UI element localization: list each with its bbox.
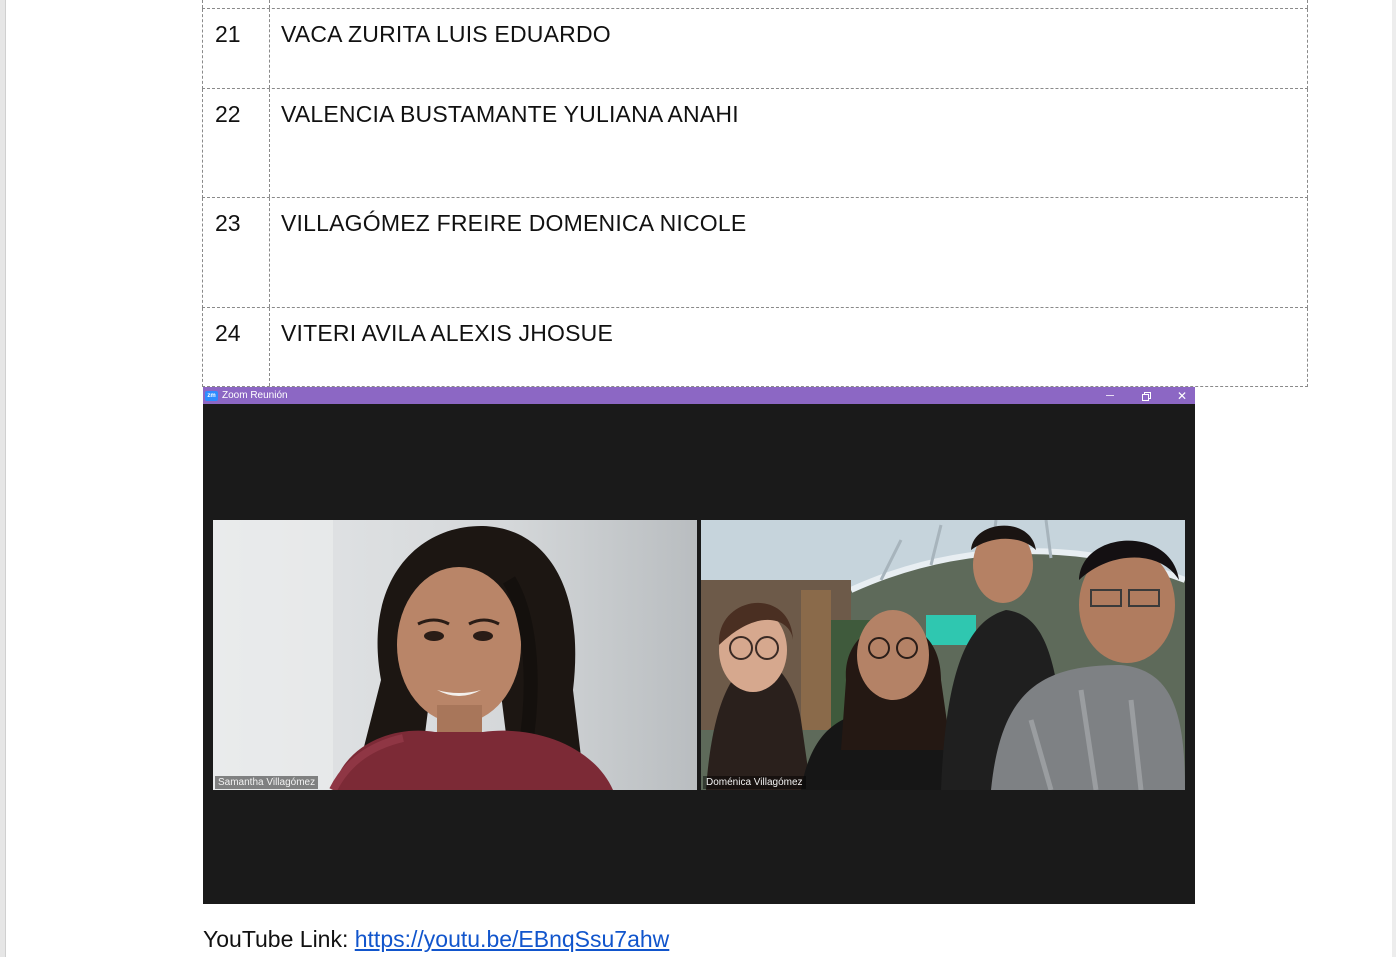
participant-video-samantha: Samantha Villagómez [213,520,697,790]
table-row: 23 VILLAGÓMEZ FREIRE DOMENICA NICOLE [202,198,1308,308]
close-icon[interactable]: ✕ [1175,389,1189,403]
student-name: VITERI AVILA ALEXIS JHOSUE [281,320,614,346]
participant-photo [213,520,697,790]
zoom-logo-icon: zm [205,390,218,401]
student-name: VALENCIA BUSTAMANTE YULIANA ANAHI [281,101,739,127]
participant-name-label: Doménica Villagómez [703,776,806,789]
youtube-link[interactable]: https://youtu.be/EBnqSsu7ahw [355,926,670,952]
zoom-meeting-screenshot: zm Zoom Reunión ✕ Samantha Villagómez Do… [203,387,1195,904]
row-number: 23 [203,198,270,307]
table-top-continuation [202,0,1308,8]
restore-icon[interactable] [1139,389,1153,403]
group-photo [701,520,1185,790]
participant-video-domenica: Doménica Villagómez [701,520,1185,790]
row-number: 22 [203,89,270,197]
participant-name-label: Samantha Villagómez [215,776,319,789]
page-left-margin [0,0,6,957]
table-row: 22 VALENCIA BUSTAMANTE YULIANA ANAHI [202,89,1308,198]
table-row: 21 VACA ZURITA LUIS EDUARDO [202,9,1308,89]
table-row: 24 VITERI AVILA ALEXIS JHOSUE [202,308,1308,387]
row-number: 21 [203,9,270,88]
youtube-link-label: YouTube Link: [203,926,355,952]
row-number: 24 [203,308,270,386]
scrollbar-track[interactable] [1392,0,1396,957]
zoom-titlebar: zm Zoom Reunión ✕ [203,387,1195,404]
student-table: 21 VACA ZURITA LUIS EDUARDO 22 VALENCIA … [202,8,1308,387]
student-name: VILLAGÓMEZ FREIRE DOMENICA NICOLE [281,210,747,236]
zoom-window-title: Zoom Reunión [222,390,288,401]
student-name: VACA ZURITA LUIS EDUARDO [281,21,611,47]
youtube-link-line: YouTube Link: https://youtu.be/EBnqSsu7a… [203,926,669,953]
minimize-icon[interactable] [1103,389,1117,403]
